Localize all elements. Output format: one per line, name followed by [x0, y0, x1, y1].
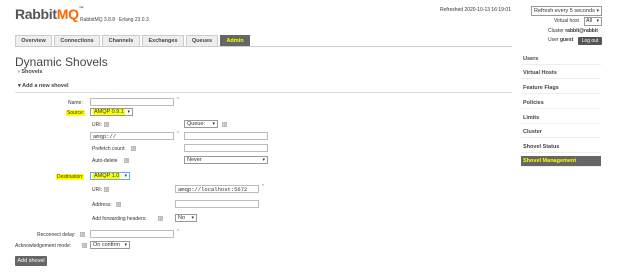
sidebar-item-limits[interactable]: Limits — [521, 113, 601, 124]
cluster-info: Cluster rabbit@rabbit — [548, 28, 598, 34]
dest-protocol-select[interactable]: AMQP 1.0 ▾ — [90, 172, 130, 180]
name-input[interactable] — [90, 98, 174, 106]
fwd-headers-label: Add forwarding headers: — [92, 216, 147, 222]
prefetch-label: Prefetch count: — [92, 146, 126, 152]
source-protocol-select[interactable]: AMQP 0.9.1 ▾ — [90, 108, 133, 116]
ack-mode-select[interactable]: On confirm ▾ — [90, 241, 130, 249]
required-marker: * — [262, 184, 264, 190]
help-icon[interactable]: ? — [222, 122, 227, 127]
required-marker: * — [177, 131, 179, 137]
page-title: Dynamic Shovels — [15, 55, 108, 69]
reconnect-input[interactable] — [90, 230, 174, 238]
rabbitmq-logo: RabbitMQ™ — [15, 6, 84, 22]
autodelete-select[interactable]: Never ▾ — [184, 156, 268, 164]
help-icon[interactable]: ? — [124, 158, 129, 163]
sidebar-item-users[interactable]: Users — [521, 54, 601, 65]
chevron-down-icon: ▾ — [596, 8, 599, 14]
source-uri-input[interactable]: amqp:// — [90, 132, 174, 140]
prefetch-input[interactable] — [184, 144, 268, 152]
source-label: Source: — [66, 110, 86, 116]
erlang-label: Erlang 23.0.3 — [119, 17, 149, 23]
required-marker: * — [177, 229, 179, 235]
sidebar-item-feature-flags[interactable]: Feature Flags — [521, 83, 601, 94]
help-icon[interactable]: ? — [104, 122, 109, 127]
dest-uri-input[interactable]: amqp://localhost:5672 — [175, 185, 259, 193]
help-icon[interactable]: ? — [82, 243, 87, 248]
tab-admin[interactable]: Admin — [220, 35, 250, 46]
chevron-down-icon: ▾ — [124, 173, 127, 179]
add-shovel-button[interactable]: Add shovel — [15, 256, 47, 266]
refreshed-label: Refreshed 2020-10-13 16:19:01 — [440, 7, 511, 13]
sidebar-item-policies[interactable]: Policies — [521, 98, 601, 109]
tab-exchanges[interactable]: Exchanges — [142, 35, 184, 46]
address-label: Address: — [92, 202, 112, 208]
dest-uri-label: URI: — [92, 187, 102, 193]
address-input[interactable] — [175, 200, 259, 208]
source-type-select[interactable]: Queue: ▾ — [184, 120, 218, 128]
tab-channels[interactable]: Channels — [102, 35, 140, 46]
user-info: User guest — [548, 37, 574, 43]
vhost-label: Virtual host — [554, 18, 579, 24]
section-divider — [15, 92, 512, 93]
source-queue-input[interactable] — [184, 132, 268, 140]
sidebar-item-cluster[interactable]: Cluster — [521, 127, 601, 138]
sidebar-item-virtual-hosts[interactable]: Virtual Hosts — [521, 68, 601, 79]
refresh-select[interactable]: Refresh every 5 seconds ▾ — [531, 6, 602, 16]
help-icon[interactable]: ? — [116, 202, 121, 207]
tab-overview[interactable]: Overview — [15, 35, 52, 46]
logout-button[interactable]: Log out — [578, 37, 602, 45]
version-label: RabbitMQ 3.8.8 — [80, 17, 116, 23]
chevron-down-icon: ▾ — [127, 109, 130, 115]
chevron-right-icon: › — [18, 69, 20, 75]
destination-label: Destination: — [56, 174, 85, 180]
help-icon[interactable]: ? — [104, 187, 109, 192]
chevron-down-icon: ▾ — [212, 121, 215, 127]
tab-connections[interactable]: Connections — [54, 35, 100, 46]
chevron-down-icon: ▾ — [18, 83, 21, 89]
tab-queues[interactable]: Queues — [186, 35, 218, 46]
name-label: Name: — [68, 100, 83, 106]
sidebar-item-shovel-status[interactable]: Shovel Status — [521, 142, 601, 153]
fwd-headers-select[interactable]: No ▾ — [175, 214, 197, 222]
source-uri-label: URI: — [92, 122, 102, 128]
add-shovel-section-toggle[interactable]: ▾ Add a new shovel — [18, 83, 69, 90]
sidebar-item-shovel-management[interactable]: Shovel Management — [521, 156, 601, 167]
required-marker: * — [177, 97, 179, 103]
reconnect-label: Reconnect delay: — [37, 232, 76, 238]
vhost-select[interactable]: All ▾ — [584, 17, 602, 26]
shovels-section-toggle[interactable]: › Shovels — [18, 69, 42, 76]
autodelete-label: Auto-delete — [92, 158, 118, 164]
chevron-down-icon: ▾ — [596, 18, 599, 24]
chevron-down-icon: ▾ — [191, 215, 194, 221]
help-icon[interactable]: ? — [131, 146, 136, 151]
chevron-down-icon: ▾ — [124, 242, 127, 248]
help-icon[interactable]: ? — [80, 232, 85, 237]
help-icon[interactable]: ? — [158, 216, 163, 221]
ack-label: Acknowledgement mode: — [15, 243, 72, 249]
chevron-down-icon: ▾ — [262, 157, 265, 163]
